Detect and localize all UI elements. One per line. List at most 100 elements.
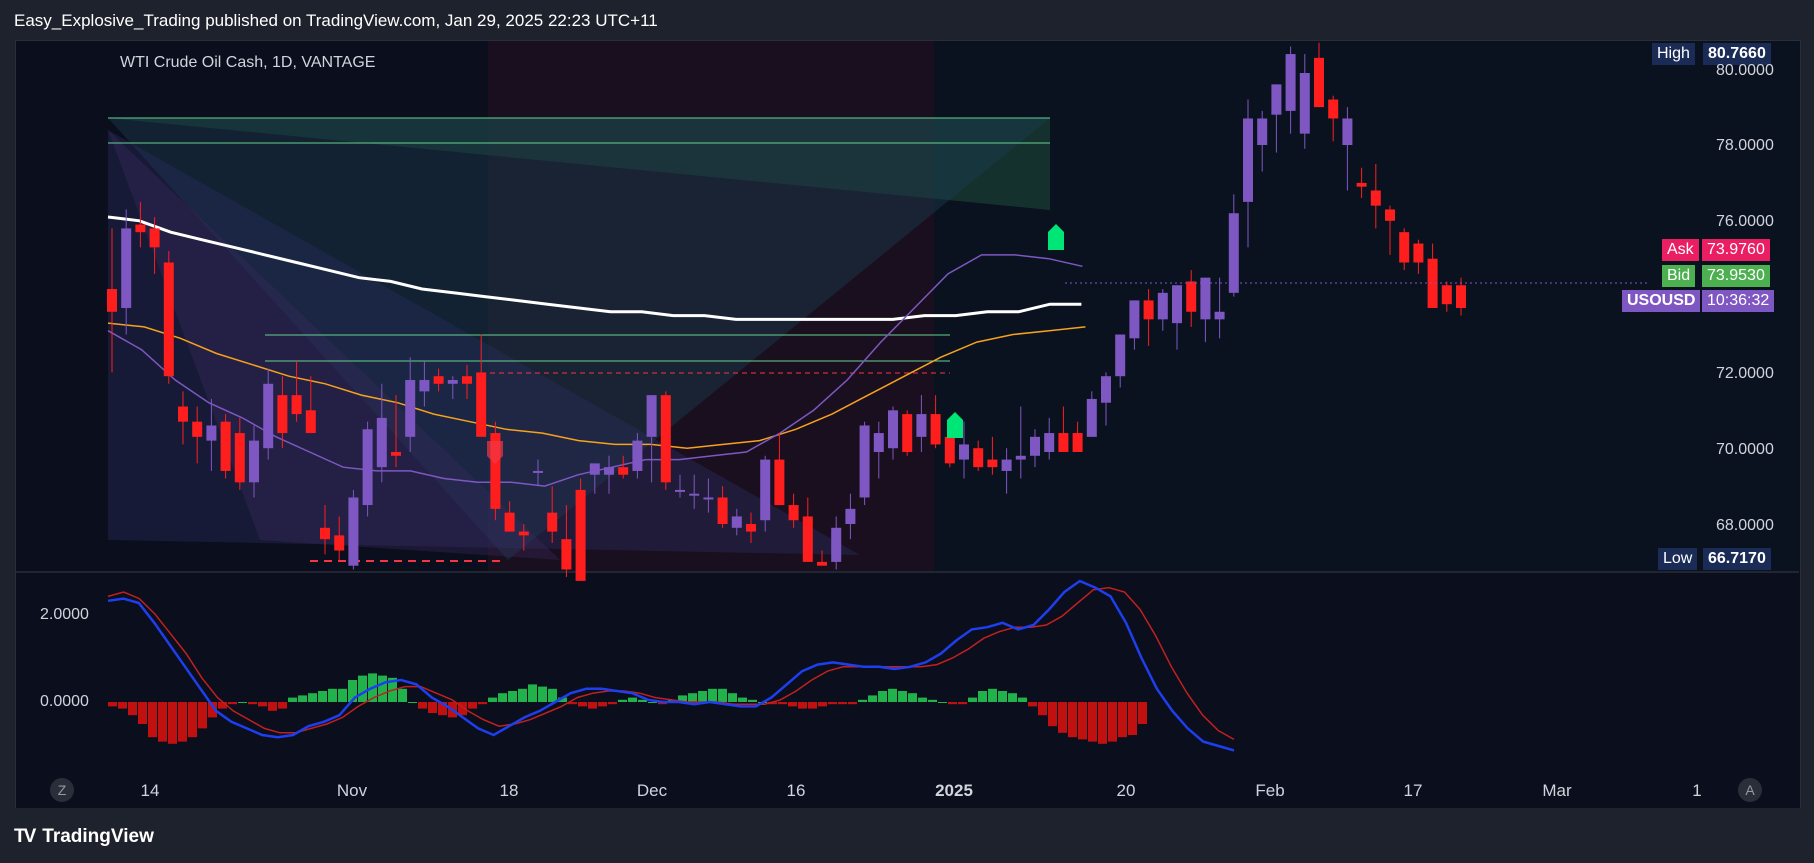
x-tick-dec: Dec — [636, 781, 668, 800]
candle-body — [1044, 433, 1055, 452]
macd-histogram-bar — [338, 688, 347, 702]
candle-body — [575, 489, 586, 581]
candle-body — [1456, 285, 1466, 308]
candle-body — [1200, 277, 1211, 320]
candle-body — [973, 448, 984, 468]
bid-label-tag: Bid — [1662, 265, 1696, 287]
macd-histogram-bar — [418, 702, 427, 709]
x-tick-14: 14 — [140, 781, 160, 800]
auto-scale-button[interactable]: A — [1738, 778, 1762, 802]
ask-label-tag: Ask — [1662, 239, 1699, 261]
candle-body — [249, 440, 259, 483]
candle-body — [348, 497, 359, 566]
macd-histogram-bar — [298, 695, 307, 702]
macd-histogram-bar — [688, 693, 697, 702]
macd-histogram-bar — [948, 702, 957, 705]
macd-histogram-bar — [188, 702, 197, 738]
macd-histogram-bar — [588, 702, 597, 709]
macd-histogram-bar — [1058, 702, 1067, 733]
candle-body — [149, 228, 160, 248]
macd-histogram-bar — [608, 702, 617, 705]
candle-body — [135, 224, 146, 233]
candle-body — [1157, 292, 1168, 320]
macd-histogram-bar — [868, 695, 877, 702]
candle-body — [334, 535, 345, 551]
low-value-tag: 66.7170 — [1703, 548, 1771, 570]
candle-body — [959, 444, 969, 460]
macd-histogram-bar — [928, 699, 937, 702]
candle-body — [291, 395, 302, 415]
macd-histogram-bar — [698, 691, 707, 702]
macd-histogram-bar — [828, 702, 837, 705]
macd-histogram-bar — [398, 688, 407, 702]
candle-body — [263, 383, 274, 449]
macd-histogram-bar — [138, 702, 147, 724]
macd-histogram-bar — [148, 702, 157, 738]
candle-body — [518, 531, 529, 536]
macd-histogram-bar — [518, 688, 527, 702]
candle-body — [220, 421, 231, 471]
candle-body — [1030, 436, 1040, 456]
candle-body — [589, 463, 600, 475]
macd-histogram-bar — [858, 699, 867, 702]
candle-body — [320, 527, 330, 540]
ask-value-tag: 73.9760 — [1702, 239, 1770, 261]
candle-body — [163, 262, 174, 377]
footer-bar — [0, 808, 1814, 863]
candle-body — [376, 417, 387, 468]
candle-body — [1243, 118, 1253, 202]
macd-histogram-bar — [508, 691, 517, 702]
macd-histogram-bar — [528, 684, 537, 702]
macd-histogram-bar — [488, 697, 497, 702]
macd-histogram-bar — [1028, 702, 1037, 707]
macd-histogram-bar — [718, 688, 727, 702]
macd-histogram-bar — [1098, 702, 1107, 744]
macd-histogram-bar — [478, 702, 487, 705]
candle-body — [1172, 285, 1182, 324]
candle-body — [717, 497, 728, 525]
tradingview-logo[interactable]: TV TradingView — [14, 826, 154, 848]
candle-body — [305, 410, 316, 434]
candle-body — [660, 395, 671, 483]
macd-histogram-bar — [128, 702, 137, 716]
high-label-tag: High — [1652, 43, 1695, 65]
macd-histogram-bar — [1108, 702, 1117, 742]
candle-body — [802, 516, 813, 562]
candle-body — [391, 452, 401, 456]
candle-body — [1399, 232, 1410, 263]
candle-body — [476, 372, 487, 437]
candle-body — [1385, 209, 1395, 221]
z-toggle-button[interactable]: Z — [50, 778, 74, 802]
macd-histogram-bar — [798, 702, 807, 709]
macd-histogram-bar — [258, 702, 267, 707]
macd-histogram-bar — [988, 688, 997, 702]
macd-histogram-bar — [118, 702, 127, 709]
candle-body — [1441, 285, 1452, 305]
macd-histogram-bar — [238, 702, 247, 703]
candle-body — [178, 406, 188, 422]
candle-body — [561, 539, 572, 570]
y-tick-72: 72.0000 — [1716, 365, 1774, 382]
candle-body — [121, 228, 132, 308]
macd-histogram-bar — [1128, 702, 1137, 735]
candle-body — [703, 497, 714, 500]
candle-body — [1214, 311, 1225, 320]
chart-canvas[interactable] — [0, 0, 1814, 863]
candle-body — [419, 379, 430, 392]
candle-body — [362, 429, 373, 506]
candle-body — [1015, 455, 1026, 460]
macd-histogram-bar — [378, 675, 387, 702]
x-tick-18: 18 — [499, 781, 519, 800]
macd-histogram-bar — [898, 691, 907, 702]
macd-histogram-bar — [578, 702, 587, 707]
candle-body — [944, 436, 955, 464]
macd-histogram-bar — [428, 702, 437, 713]
macd-histogram-bar — [248, 702, 257, 705]
candle-body — [462, 376, 472, 384]
macd-histogram-bar — [908, 693, 917, 702]
x-tick-mar: Mar — [1542, 781, 1572, 800]
candle-body — [206, 425, 217, 441]
macd-histogram-bar — [878, 691, 887, 702]
macd-histogram-bar — [548, 688, 557, 702]
macd-histogram-bar — [538, 686, 547, 702]
